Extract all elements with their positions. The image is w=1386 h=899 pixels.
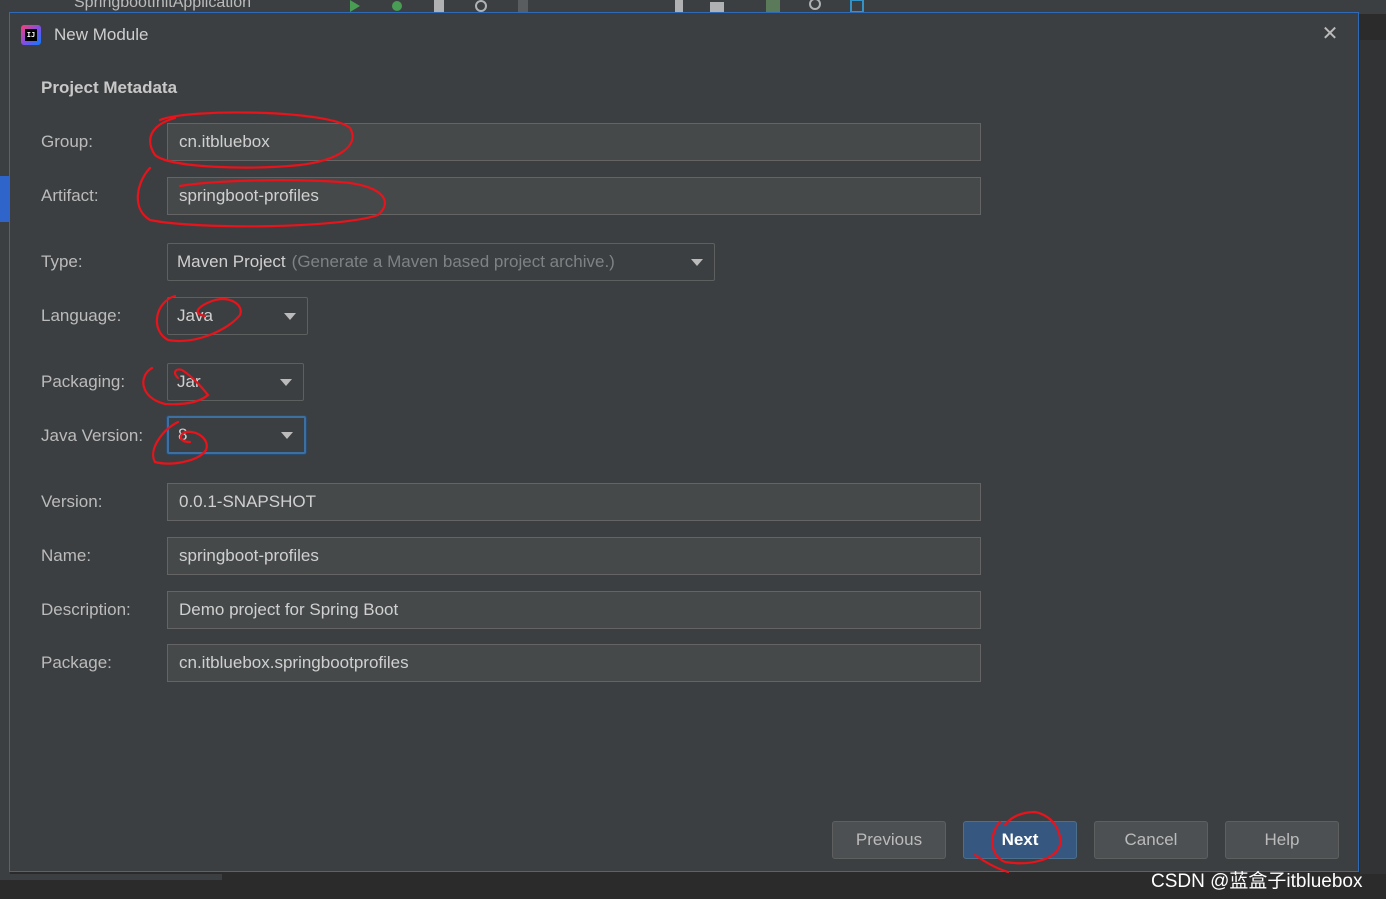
next-button[interactable]: Next — [963, 821, 1077, 859]
package-field[interactable]: cn.itbluebox.springbootprofiles — [167, 644, 981, 682]
cancel-button[interactable]: Cancel — [1094, 821, 1208, 859]
previous-button[interactable]: Previous — [832, 821, 946, 859]
debug-icon[interactable] — [390, 0, 404, 12]
type-dropdown[interactable]: Maven Project (Generate a Maven based pro… — [167, 243, 715, 281]
plugin-icon[interactable] — [850, 0, 864, 12]
name-label: Name: — [41, 546, 92, 565]
chevron-down-icon — [284, 313, 296, 320]
coverage-icon[interactable] — [432, 0, 446, 12]
packaging-value: Jar — [177, 372, 201, 391]
run-configuration-selector[interactable]: SpringbootInitApplication — [74, 0, 251, 12]
language-dropdown[interactable]: Java — [167, 297, 308, 335]
profile-icon[interactable] — [474, 0, 488, 12]
run-icon[interactable] — [348, 0, 362, 12]
type-hint: (Generate a Maven based project archive.… — [291, 252, 615, 271]
artifact-field[interactable]: springboot-profiles — [167, 177, 981, 215]
dialog-title-bar: IJ New Module ✕ — [10, 13, 1358, 57]
version-label: Version: — [41, 492, 103, 511]
dialog-title: New Module — [54, 25, 149, 44]
type-value: Maven Project — [177, 252, 286, 271]
help-button[interactable]: Help — [1225, 821, 1339, 859]
artifact-label: Artifact: — [41, 186, 99, 205]
search-icon[interactable] — [808, 0, 822, 12]
chevron-down-icon — [280, 379, 292, 386]
java-version-value: 8 — [178, 425, 188, 444]
packaging-label: Packaging: — [41, 372, 126, 391]
close-icon[interactable]: ✕ — [1318, 21, 1342, 45]
wrench-icon[interactable] — [672, 0, 686, 12]
folder-icon[interactable] — [710, 0, 724, 12]
chevron-down-icon — [691, 259, 703, 266]
type-label: Type: — [41, 252, 83, 271]
terminal-icon[interactable] — [766, 0, 780, 12]
section-title: Project Metadata — [41, 78, 178, 97]
version-field[interactable]: 0.0.1-SNAPSHOT — [167, 483, 981, 521]
description-field[interactable]: Demo project for Spring Boot — [167, 591, 981, 629]
ide-right-gutter — [1360, 40, 1386, 874]
language-label: Language: — [41, 306, 122, 325]
intellij-logo-icon: IJ — [21, 25, 41, 45]
package-label: Package: — [41, 653, 112, 672]
chevron-down-icon — [281, 432, 293, 439]
packaging-dropdown[interactable]: Jar — [167, 363, 304, 401]
csdn-watermark: CSDN @蓝盒子itbluebox — [1151, 871, 1363, 892]
group-label: Group: — [41, 132, 93, 151]
language-value: Java — [177, 306, 213, 325]
group-field[interactable]: cn.itbluebox — [167, 123, 981, 161]
description-label: Description: — [41, 600, 131, 619]
name-field[interactable]: springboot-profiles — [167, 537, 981, 575]
new-module-dialog: IJ New Module ✕ Project Metadata Group: … — [9, 12, 1359, 872]
java-version-label: Java Version: — [41, 426, 144, 445]
stop-icon[interactable] — [516, 0, 530, 12]
java-version-dropdown[interactable]: 8 — [167, 416, 306, 454]
